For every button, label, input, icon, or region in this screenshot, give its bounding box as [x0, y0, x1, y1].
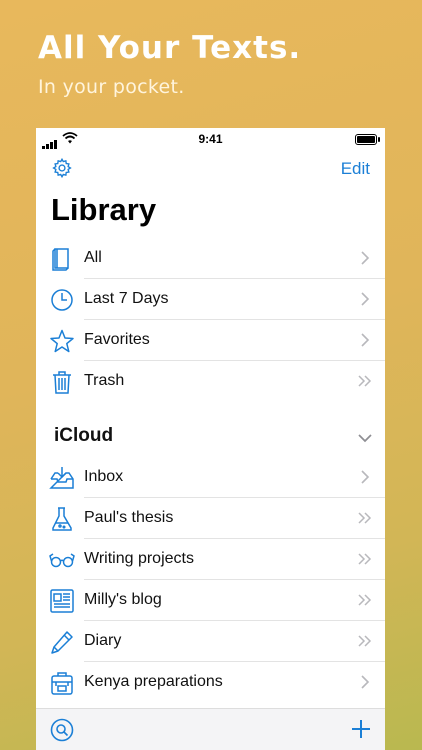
item-label: Kenya preparations [84, 673, 223, 690]
double-chevron-right-icon [358, 635, 372, 647]
library-item-last-7-days[interactable]: Last 7 Days [36, 279, 385, 320]
icloud-item-millys-blog[interactable]: Milly's blog [36, 580, 385, 621]
double-chevron-right-icon [358, 553, 372, 565]
item-label: Inbox [84, 468, 124, 485]
icloud-item-kenya-preparations[interactable]: Kenya preparations [36, 662, 385, 703]
status-bar: 9:41 [36, 128, 385, 150]
item-label: Milly's blog [84, 591, 162, 608]
icloud-item-writing-projects[interactable]: Writing projects [36, 539, 385, 580]
item-label: Last 7 Days [84, 290, 169, 307]
chevron-right-icon [361, 251, 370, 265]
library-item-trash[interactable]: Trash [36, 361, 385, 402]
bottom-toolbar [36, 708, 385, 750]
status-time: 9:41 [198, 132, 223, 146]
promo-title: All Your Texts. [38, 30, 302, 66]
inbox-icon [49, 467, 74, 489]
battery-icon [355, 134, 380, 145]
page-title: Library [51, 192, 157, 227]
glasses-icon [49, 553, 75, 568]
double-chevron-right-icon [358, 594, 372, 606]
chevron-down-icon[interactable] [357, 432, 373, 444]
backpack-icon [51, 672, 73, 695]
chevron-right-icon [361, 470, 370, 484]
double-chevron-right-icon [358, 375, 372, 387]
book-icon [52, 248, 69, 271]
item-label: Trash [84, 372, 125, 389]
chevron-right-icon [361, 675, 370, 689]
icloud-item-pauls-thesis[interactable]: Paul's thesis [36, 498, 385, 539]
library-item-all[interactable]: All [36, 238, 385, 279]
item-label: Writing projects [84, 550, 194, 567]
phone-screen: 9:41 Edit Library All Last 7 Days Favori… [36, 128, 385, 750]
trash-icon [53, 371, 71, 394]
search-icon[interactable] [50, 718, 74, 742]
section-header-icloud: iCloud [54, 425, 114, 446]
plus-icon[interactable] [349, 717, 373, 741]
item-label: Favorites [84, 331, 150, 348]
icloud-item-diary[interactable]: Diary [36, 621, 385, 662]
library-item-favorites[interactable]: Favorites [36, 320, 385, 361]
icloud-item-inbox[interactable]: Inbox [36, 457, 385, 498]
double-chevron-right-icon [358, 512, 372, 524]
clock-icon [51, 289, 73, 311]
flask-icon [52, 507, 72, 531]
newspaper-icon [50, 589, 74, 613]
pencil-icon [51, 631, 73, 654]
promo-subtitle: In your pocket. [38, 76, 185, 98]
chevron-right-icon [361, 333, 370, 347]
star-icon [50, 329, 74, 353]
chevron-right-icon [361, 292, 370, 306]
edit-button[interactable]: Edit [341, 159, 370, 179]
item-label: Paul's thesis [84, 509, 174, 526]
item-label: Diary [84, 632, 122, 649]
gear-icon[interactable] [51, 157, 73, 179]
item-label: All [84, 249, 102, 266]
